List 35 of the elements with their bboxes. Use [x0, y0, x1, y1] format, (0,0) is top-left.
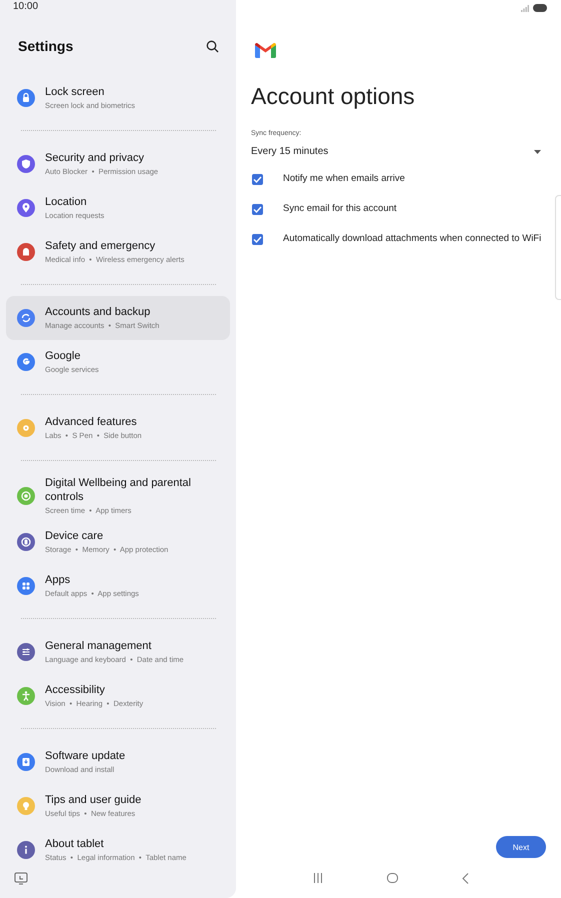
- page-title: Account options: [251, 83, 416, 110]
- item-title: Safety and emergency: [45, 239, 156, 253]
- signal-icon: [521, 4, 529, 12]
- option-label: Sync email for this account: [283, 203, 397, 215]
- next-button[interactable]: Next: [496, 836, 546, 858]
- item-title: Accounts and backup: [45, 305, 152, 319]
- item-title: Accessibility: [45, 683, 106, 697]
- item-title: Apps: [45, 573, 72, 587]
- item-title: About tablet: [45, 837, 105, 851]
- checkbox[interactable]: [252, 174, 263, 184]
- item-title: Google: [45, 349, 82, 363]
- back-icon[interactable]: [462, 872, 469, 884]
- monitor-icon[interactable]: [14, 872, 28, 885]
- item-title: Software update: [45, 749, 126, 763]
- home-icon[interactable]: [387, 873, 398, 883]
- item-title: General management: [45, 639, 152, 653]
- battery-icon: [533, 4, 547, 12]
- option-label: Automatically download attachments when connected to WiFi: [283, 233, 542, 245]
- item-title: Tips and user guide: [45, 793, 142, 807]
- status-time: 10:00: [13, 1, 38, 12]
- recent-apps-icon[interactable]: [313, 873, 323, 883]
- gmail-logo-icon: [255, 42, 276, 58]
- option-label: Notify me when emails arrive: [283, 173, 405, 185]
- item-title: Security and privacy: [45, 151, 146, 165]
- search-icon[interactable]: [206, 40, 219, 52]
- item-title: Digital Wellbeing and parental controls: [45, 476, 192, 504]
- dropdown-caret-icon: [534, 150, 541, 154]
- sync-frequency-dropdown[interactable]: Every 15 minutes: [251, 146, 546, 157]
- item-title: Location: [45, 195, 88, 209]
- checkbox[interactable]: [252, 234, 263, 244]
- item-title: Lock screen: [45, 85, 106, 99]
- checkbox[interactable]: [252, 204, 263, 214]
- settings-title: Settings: [18, 38, 74, 54]
- item-title: Advanced features: [45, 415, 138, 429]
- item-title: Device care: [45, 529, 104, 543]
